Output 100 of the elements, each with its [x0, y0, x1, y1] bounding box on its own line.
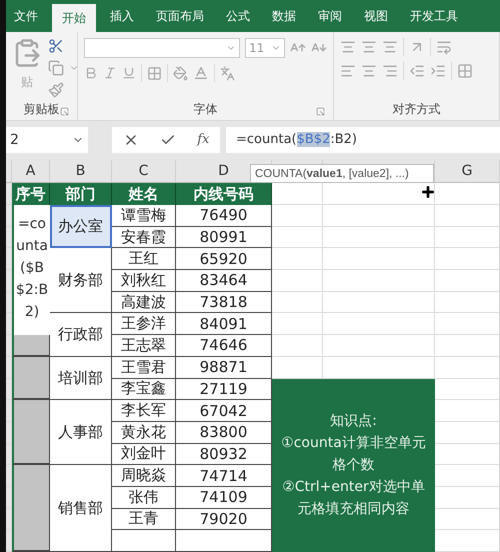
extension-cell: 74646: [176, 335, 272, 357]
extension-cell: 79020: [176, 508, 272, 530]
column-header[interactable]: G: [435, 160, 500, 183]
extension-cell: 76490: [176, 205, 272, 227]
name-cell: 张伟: [112, 486, 176, 509]
select-all-corner[interactable]: [6, 160, 12, 183]
name-cell: 刘金叶: [112, 444, 176, 466]
note-text: ①counta计算非空单元格个数: [280, 434, 427, 476]
selected-cell[interactable]: [12, 335, 50, 357]
font-color-icon[interactable]: [193, 65, 209, 81]
row-header[interactable]: [6, 378, 12, 400]
extension-cell: 74714: [176, 465, 272, 487]
insert-function-button[interactable]: fx: [197, 132, 210, 147]
name-cell: 王雪君: [112, 356, 176, 378]
selected-cell[interactable]: [12, 356, 50, 400]
extension-cell: 74109: [176, 486, 272, 509]
row-header[interactable]: [6, 400, 12, 422]
ribbon-tab[interactable]: 视图: [356, 0, 396, 32]
note-text: 知识点:: [330, 412, 377, 432]
launcher-icon[interactable]: [60, 107, 69, 116]
ribbon-tab[interactable]: 审阅: [310, 0, 350, 32]
outdent-icon[interactable]: [409, 63, 425, 79]
formula-field[interactable]: =counta($B$2:B2): [226, 126, 500, 152]
cell-editor[interactable]: =counta($B$2:B2): [12, 205, 50, 336]
cursor-icon: [420, 184, 436, 200]
name-cell: 安春霞: [112, 226, 176, 248]
row-header[interactable]: [6, 356, 12, 378]
department-cell: 财务部: [50, 248, 112, 314]
row-header[interactable]: [6, 292, 12, 314]
function-tooltip: COUNTA(value1, [value2], ...): [250, 164, 434, 183]
phonetic-icon[interactable]: [220, 66, 235, 80]
extension-cell: 73818: [176, 292, 272, 314]
row-header[interactable]: [6, 248, 12, 270]
italic-icon[interactable]: [103, 66, 117, 80]
row-header[interactable]: [6, 486, 12, 509]
border-icon[interactable]: [147, 66, 162, 80]
ribbon-tab[interactable]: 开发工具: [402, 0, 466, 32]
launcher-icon[interactable]: [316, 107, 325, 116]
bold-icon[interactable]: [84, 66, 98, 80]
ribbon-tab[interactable]: 插入: [102, 0, 142, 32]
ribbon-tab[interactable]: 数据: [264, 0, 304, 32]
name-cell: 王红: [112, 248, 176, 270]
extension-cell: 65920: [176, 248, 272, 270]
row-header[interactable]: [6, 465, 12, 487]
font-name-field[interactable]: [84, 38, 240, 58]
extension-cell: 27119: [176, 378, 272, 400]
fill-color-icon[interactable]: [173, 66, 188, 80]
row-header[interactable]: [6, 183, 12, 205]
name-cell: 王志翠: [112, 335, 176, 357]
align-center-icon[interactable]: [361, 63, 377, 79]
name-cell: 高建波: [112, 292, 176, 314]
header-cell: 姓名: [112, 183, 176, 205]
note-text: ②Ctrl+enter对选中单元格填充相同内容: [281, 478, 426, 520]
selected-cell[interactable]: [12, 465, 50, 552]
group-label: 对齐方式: [392, 100, 440, 118]
name-cell: 李长军: [112, 400, 176, 422]
merge-icon[interactable]: [457, 63, 473, 79]
underline-icon[interactable]: [122, 66, 136, 80]
extension-cell: 98871: [176, 356, 272, 378]
name-cell: 黄永花: [112, 422, 176, 444]
department-cell: 行政部: [50, 313, 112, 357]
align-top-icon[interactable]: [340, 39, 356, 55]
name-cell: 王青: [112, 508, 176, 530]
extension-cell: 83464: [176, 270, 272, 292]
ribbon-tab[interactable]: 文件: [6, 0, 46, 32]
row-header[interactable]: [6, 313, 12, 336]
row-header[interactable]: [6, 444, 12, 466]
column-header[interactable]: A: [12, 160, 50, 183]
row-header[interactable]: [6, 422, 12, 444]
paintbrush-icon[interactable]: [48, 82, 64, 98]
department-cell: 销售部: [50, 465, 112, 552]
align-middle-icon[interactable]: [361, 39, 377, 55]
column-header[interactable]: B: [50, 160, 112, 183]
selected-cell[interactable]: [12, 400, 50, 466]
group-label: 剪贴板: [24, 100, 60, 118]
name-cell: 王参洋: [112, 313, 176, 336]
row-header[interactable]: [6, 205, 12, 227]
ribbon-tab[interactable]: 公式: [218, 0, 258, 32]
align-bottom-icon[interactable]: [382, 39, 398, 55]
align-right-icon[interactable]: [382, 63, 398, 79]
indent-icon[interactable]: [430, 63, 446, 79]
align-left-icon[interactable]: [340, 63, 356, 79]
header-cell: 部门: [50, 183, 112, 205]
header-cell: 内线号码: [176, 183, 272, 205]
header-cell: 序号: [12, 183, 50, 205]
ribbon-tab[interactable]: 页面布局: [148, 0, 212, 32]
row-header[interactable]: [6, 508, 12, 530]
name-box[interactable]: 2: [6, 126, 88, 152]
department-cell: 办公室: [50, 205, 112, 248]
row-header[interactable]: [6, 335, 12, 357]
wrap-text-icon[interactable]: [436, 39, 452, 55]
column-header[interactable]: C: [112, 160, 176, 183]
ribbon-tab[interactable]: 开始: [52, 4, 96, 32]
cut-icon[interactable]: [48, 38, 64, 54]
name-cell: 谭雪梅: [112, 205, 176, 227]
row-header[interactable]: [6, 226, 12, 248]
extension-cell: 83800: [176, 422, 272, 444]
copy-icon[interactable]: [48, 60, 64, 76]
row-header[interactable]: [6, 530, 12, 552]
row-header[interactable]: [6, 270, 12, 292]
